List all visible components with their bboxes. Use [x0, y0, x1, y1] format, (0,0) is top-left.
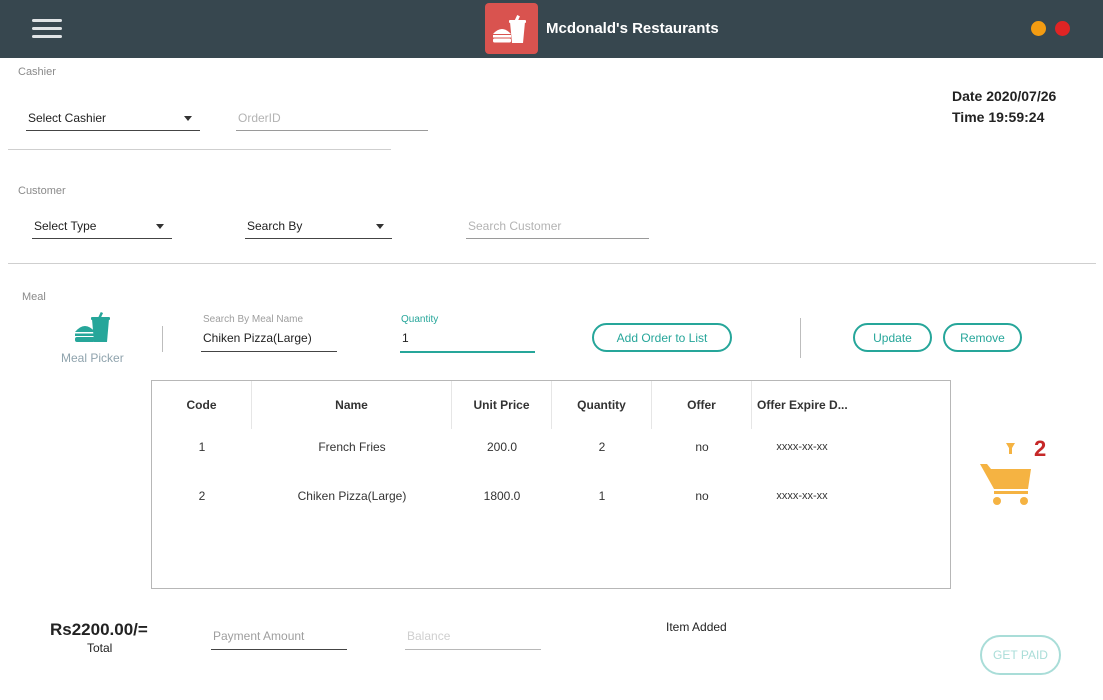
action-separator — [800, 318, 801, 358]
balance-placeholder: Balance — [407, 629, 451, 643]
select-type-dropdown[interactable]: Select Type — [32, 212, 172, 239]
cell-offer: no — [695, 489, 709, 503]
select-cashier-dropdown[interactable]: Select Cashier — [26, 104, 200, 131]
payment-amount-input[interactable]: Payment Amount — [211, 624, 347, 650]
column-header-code[interactable]: Code — [152, 381, 252, 429]
app-title: Mcdonald's Restaurants — [546, 20, 719, 37]
cart-count-badge: 2 — [1034, 436, 1047, 461]
meal-search-label: Search By Meal Name — [203, 314, 304, 325]
orders-table[interactable]: Code Name Unit Price Quantity Offer Offe… — [151, 380, 951, 589]
app-logo — [485, 3, 538, 54]
quantity-label: Quantity — [401, 314, 439, 325]
cell-offer: no — [695, 440, 709, 454]
chevron-down-icon — [376, 224, 384, 229]
meal-picker-label: Meal Picker — [61, 351, 124, 365]
cell-offer-expire: xxxx-xx-xx — [776, 441, 828, 453]
payment-amount-placeholder: Payment Amount — [213, 629, 305, 643]
hamburger-menu-icon[interactable] — [32, 19, 62, 39]
time-text: Time 19:59:24 — [952, 109, 1045, 125]
table-row[interactable]: 2 Chiken Pizza(Large) 1800.0 1 no xxxx-x… — [152, 486, 950, 506]
select-cashier-value: Select Cashier — [28, 111, 107, 125]
search-by-value: Search By — [247, 219, 303, 233]
cell-quantity: 2 — [598, 440, 606, 454]
cashier-divider — [8, 149, 391, 150]
datetime-panel: Date 2020/07/26 Time 19:59:24 — [952, 86, 1056, 128]
column-header-unit-price[interactable]: Unit Price — [452, 381, 552, 429]
order-id-input[interactable]: OrderID — [236, 104, 428, 131]
close-dot-icon[interactable] — [1055, 21, 1070, 36]
meal-search-input[interactable]: Chiken Pizza(Large) — [201, 327, 337, 352]
meal-search-value: Chiken Pizza(Large) — [203, 331, 312, 345]
cell-unit-price: 200.0 — [486, 440, 518, 454]
minimize-dot-icon[interactable] — [1031, 21, 1046, 36]
shopping-cart-icon[interactable] — [978, 440, 1036, 508]
select-type-value: Select Type — [34, 219, 97, 233]
meal-picker-separator — [162, 326, 163, 352]
column-header-offer-expire[interactable]: Offer Expire D... — [752, 381, 852, 429]
customer-section-label: Customer — [18, 185, 66, 197]
remove-button[interactable]: Remove — [943, 323, 1022, 352]
status-message: Item Added — [666, 620, 727, 634]
meal-picker-button[interactable] — [72, 311, 112, 345]
column-header-offer[interactable]: Offer — [652, 381, 752, 429]
column-header-name[interactable]: Name — [252, 381, 452, 429]
burger-drink-icon — [493, 15, 526, 43]
cell-unit-price: 1800.0 — [483, 489, 521, 503]
add-order-button[interactable]: Add Order to List — [592, 323, 732, 352]
cell-name: French Fries — [318, 440, 386, 454]
cell-quantity: 1 — [598, 489, 606, 503]
quantity-input[interactable]: 1 — [400, 327, 535, 353]
order-id-placeholder: OrderID — [238, 111, 281, 125]
meal-section-label: Meal — [22, 291, 46, 303]
get-paid-button[interactable]: GET PAID — [980, 635, 1061, 675]
balance-input[interactable]: Balance — [405, 624, 541, 650]
total-label: Total — [87, 641, 113, 655]
cell-code: 2 — [198, 489, 206, 503]
column-header-quantity[interactable]: Quantity — [552, 381, 652, 429]
customer-divider — [8, 263, 1096, 264]
search-customer-input[interactable]: Search Customer — [466, 212, 649, 239]
cell-offer-expire: xxxx-xx-xx — [776, 490, 828, 502]
search-customer-placeholder: Search Customer — [468, 219, 562, 233]
cashier-section-label: Cashier — [18, 66, 56, 78]
chevron-down-icon — [156, 224, 164, 229]
cell-name: Chiken Pizza(Large) — [297, 489, 407, 503]
burger-drink-icon — [75, 311, 110, 342]
date-text: Date 2020/07/26 — [952, 88, 1057, 104]
table-row[interactable]: 1 French Fries 200.0 2 no xxxx-xx-xx — [152, 437, 950, 457]
cell-code: 1 — [198, 440, 206, 454]
quantity-value: 1 — [402, 331, 409, 345]
total-amount: Rs2200.00/= — [50, 620, 148, 639]
search-by-dropdown[interactable]: Search By — [245, 212, 392, 239]
update-button[interactable]: Update — [853, 323, 932, 352]
chevron-down-icon — [184, 116, 192, 121]
